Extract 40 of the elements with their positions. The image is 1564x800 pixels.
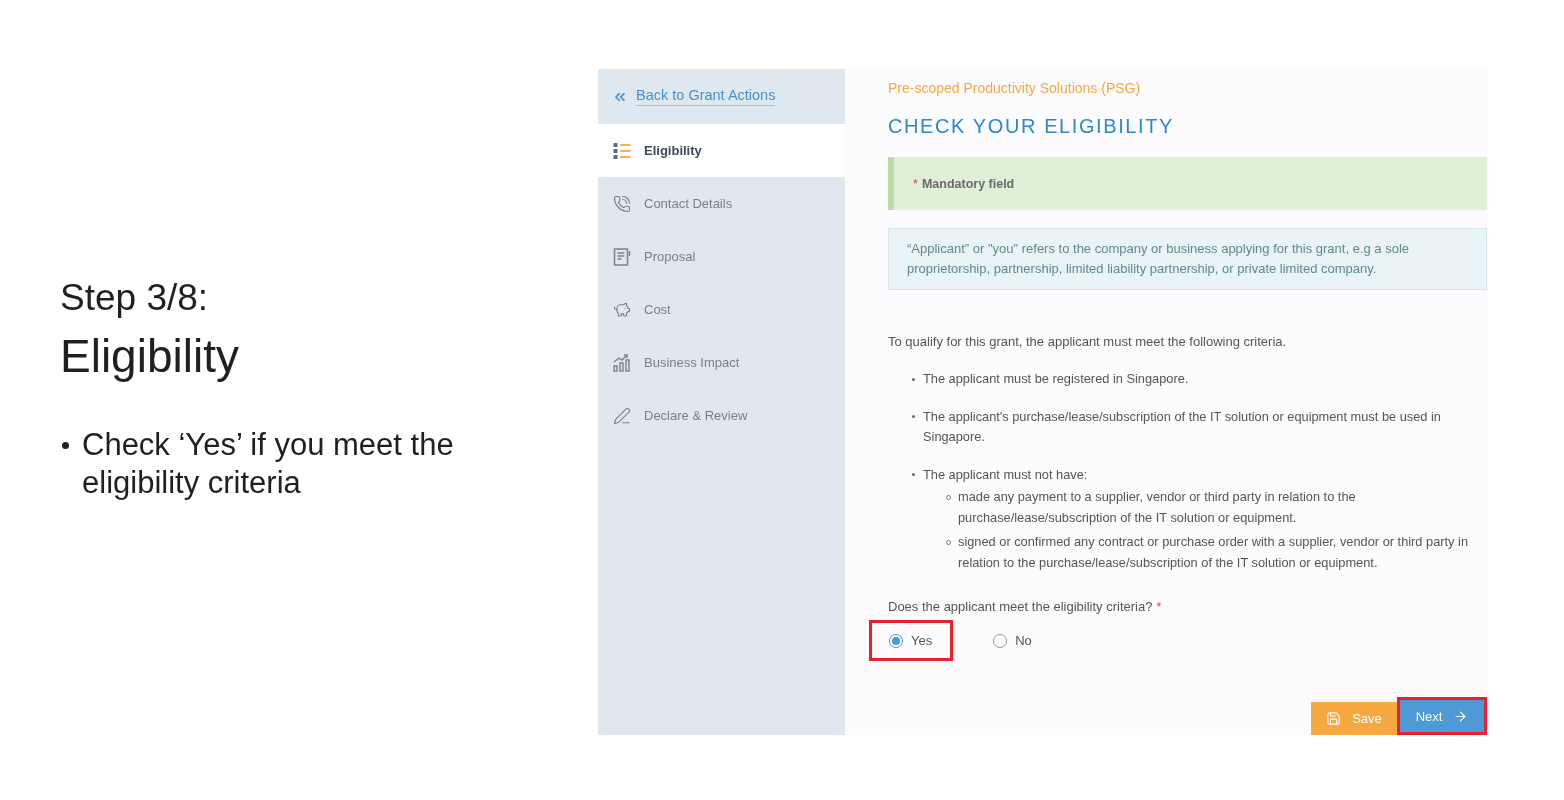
radio-circle-icon[interactable] xyxy=(993,633,1008,648)
criteria-text: The applicant must not have: xyxy=(923,465,1089,484)
intro-text: To qualify for this grant, the applicant must meet the following criteria. xyxy=(888,333,1288,351)
radio-option[interactable]: No xyxy=(976,623,1050,658)
page-title: CHECK YOUR ELIGIBILITY xyxy=(888,114,1175,139)
bullet-icon xyxy=(912,473,915,476)
sidebar-item[interactable]: Contact Details xyxy=(598,177,845,230)
notice-text: Mandatory field xyxy=(921,176,1015,191)
radio-circle-icon[interactable] xyxy=(889,633,903,648)
next-button[interactable]: Next xyxy=(1400,700,1484,732)
slide-title: Eligibility xyxy=(60,329,240,383)
grant-name: Pre-scoped Productivity Solutions (PSG) xyxy=(888,79,1142,97)
required-mark: * xyxy=(913,176,918,191)
step-label: Step 3/8: xyxy=(60,277,210,319)
bullet-icon xyxy=(912,377,915,381)
sidebar-item[interactable]: Declare & Review xyxy=(598,389,845,442)
arrow-right-icon xyxy=(1453,708,1469,724)
criteria-text: made any payment to a supplier, vendor or third party in relation to the purchase/lease/subscription of the IT solution or equipment. xyxy=(958,488,1357,527)
instruction-text: Check ‘Yes’ if you meet the eligibility criteria xyxy=(82,426,455,502)
document-icon xyxy=(613,247,631,266)
pen-icon xyxy=(613,406,631,425)
piggy-bank-icon xyxy=(613,300,631,319)
question-text: Does the applicant meet the eligibility criteria? xyxy=(888,598,1153,616)
criteria-text: The applicant must be registered in Singapore. xyxy=(923,370,1189,388)
sidebar-item[interactable]: Proposal xyxy=(598,230,845,283)
sidebar-item[interactable]: Business Impact xyxy=(598,336,845,389)
required-mark: * xyxy=(1156,600,1162,614)
bullet-icon xyxy=(62,441,69,449)
radio-option[interactable]: Yes xyxy=(872,623,951,658)
sidebar-item[interactable]: Eligibility xyxy=(598,124,845,177)
save-button[interactable]: Save xyxy=(1311,702,1397,735)
list-icon xyxy=(613,141,631,160)
info-box: “Applicant” or "you" refers to the company or business applying for this grant, e.g a sole proprietorship, partnership, limited liability partnership, or private limited company. xyxy=(888,228,1487,290)
sidebar-item[interactable]: Cost xyxy=(598,283,845,336)
criteria-text: The applicant's purchase/lease/subscription of the IT solution or equipment must be used in Singapore. xyxy=(923,407,1442,446)
bullet-icon xyxy=(912,415,915,418)
bar-chart-icon xyxy=(613,353,631,372)
phone-icon xyxy=(613,194,631,213)
back-link[interactable]: Back to Grant Actions xyxy=(636,87,776,106)
criteria-text: signed or confirmed any contract or purchase order with a supplier, vendor or third party in relation to the purchase/lease/subscription of the IT solution or equipment. xyxy=(958,533,1469,572)
